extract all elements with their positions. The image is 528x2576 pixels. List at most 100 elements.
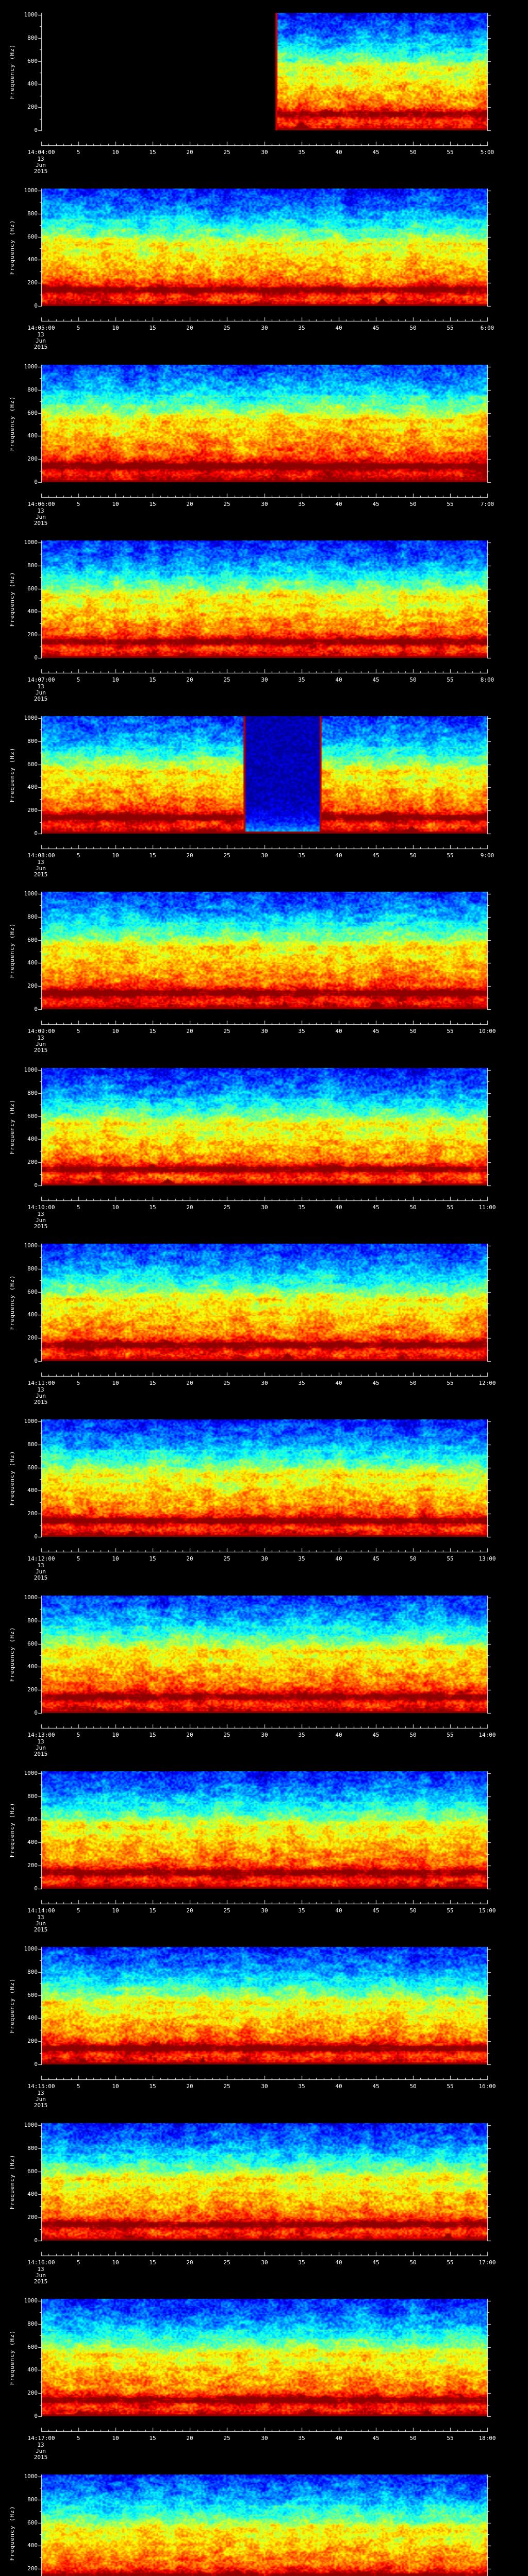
x-axis-start-label: 14:17:00 [27,2435,55,2442]
spectrogram-panel-1: Frequency (Hz) 1000 800 600 400 200 0 14:04:00 5… [0,0,528,176]
x-axis-tick-label: 35 [298,852,305,859]
x-axis-tick-label: 15 [149,676,156,683]
y-axis-tick-label: 800 [27,210,38,217]
y-axis-title: Frequency (Hz) [9,1626,15,1682]
y-axis-tick-label: 1000 [24,11,38,18]
y-axis-tick-label: 600 [27,1464,38,1471]
x-axis-start-label: 14:13:00 [27,1732,55,1738]
x-axis-tick-label: 45 [372,1555,380,1562]
y-axis-tick-label: 600 [27,2344,38,2350]
x-axis-tick-label: 15 [149,1732,156,1738]
x-axis-tick-label: 15 [149,2259,156,2266]
x-axis-end-label: 7:00 [480,501,494,507]
spectrogram-panel-8: Frequency (Hz) 1000 800 600 400 200 0 14:11:00 5… [0,1231,528,1406]
y-axis-tick-label: 800 [27,2320,38,2327]
date-line: 2015 [34,871,48,878]
x-axis-end-label: 14:00 [478,1732,496,1738]
x-axis-tick-label: 55 [447,2435,454,2442]
x-axis-end-label: 13:00 [478,1555,496,1562]
x-axis-tick-label: 20 [186,1555,193,1562]
x-axis-tick-label: 35 [298,2083,305,2090]
spectrogram-panel-13: Frequency (Hz) 1000 800 600 400 200 0 14:16:00 5… [0,2110,528,2286]
y-axis-tick-label: 1000 [24,187,38,194]
x-axis-tick-label: 25 [223,2435,230,2442]
x-axis-tick-label: 15 [149,1907,156,1914]
x-axis-tick-label: 55 [447,1732,454,1738]
y-axis-title: Frequency (Hz) [9,2154,15,2210]
y-axis-tick-label: 800 [27,1793,38,1800]
x-axis-tick-label: 15 [149,2083,156,2090]
x-axis-tick-label: 50 [409,1028,417,1035]
x-axis-tick-label: 55 [447,2259,454,2266]
x-axis-end-label: 11:00 [478,1204,496,1211]
x-axis-tick-label: 10 [112,852,119,859]
x-axis-tick-label: 10 [112,1204,119,1211]
y-axis-tick-label: 400 [27,784,38,790]
x-axis-tick-label: 25 [223,1732,230,1738]
x-axis-end-label: 9:00 [480,852,494,859]
x-axis-end-label: 12:00 [478,1380,496,1386]
x-axis-start-label: 14:10:00 [27,1204,55,1211]
x-axis-start-label: 14:11:00 [27,1380,55,1386]
spectrogram-panel-6: Frequency (Hz) 1000 800 600 400 200 0 14:09:00 5… [0,879,528,1055]
x-axis-end-label: 8:00 [480,676,494,683]
x-axis-tick-label: 55 [447,676,454,683]
x-axis-tick-label: 40 [335,325,342,331]
y-axis-tick-label: 400 [27,256,38,263]
spectrogram-panel-15: Frequency (Hz)1000800600400200014:18:005… [0,2462,528,2576]
x-axis-tick-label: 30 [261,1907,268,1914]
x-axis-tick-label: 20 [186,852,193,859]
x-axis-tick-label: 35 [298,2259,305,2266]
x-axis-tick-label: 45 [372,149,380,156]
x-axis-end-label: 17:00 [478,2259,496,2266]
x-axis-end-label: 10:00 [478,1028,496,1035]
y-axis-tick-label: 600 [27,410,38,416]
x-axis-tick-label: 50 [409,2435,417,2442]
x-axis-tick-label: 25 [223,676,230,683]
y-axis-title: Frequency (Hz) [9,44,15,99]
y-axis-tick-label: 1000 [24,539,38,546]
y-axis-tick-label: 0 [34,1358,38,1364]
y-axis-tick-label: 800 [27,35,38,41]
y-axis-tick-label: 1000 [24,2473,38,2480]
x-axis-tick-label: 50 [409,1907,417,1914]
y-axis-tick-label: 800 [27,913,38,920]
y-axis-tick-label: 400 [27,2014,38,2021]
y-axis-tick-label: 600 [27,1640,38,1647]
date-line: 2015 [34,1223,48,1230]
x-axis-tick-label: 15 [149,149,156,156]
x-axis-tick-label: 55 [447,1555,454,1562]
y-axis-tick-label: 200 [27,2389,38,2396]
x-axis-tick-label: 30 [261,149,268,156]
x-axis-tick-label: 15 [149,2435,156,2442]
date-line: 2015 [34,168,48,175]
y-axis-tick-label: 200 [27,1159,38,1165]
x-axis-tick-label: 15 [149,1028,156,1035]
spectrogram-panel-12: Frequency (Hz) 1000 800 600 400 200 0 14:15:00 5… [0,1934,528,2110]
y-axis-tick-label: 200 [27,1334,38,1341]
x-axis-tick-label: 30 [261,2259,268,2266]
x-axis-tick-label: 30 [261,852,268,859]
x-axis-end-label: 5:00 [480,149,494,156]
x-axis-tick-label: 35 [298,149,305,156]
x-axis-tick-label: 30 [261,325,268,331]
x-axis-tick-label: 25 [223,1907,230,1914]
x-axis-tick-label: 5 [76,1204,80,1211]
y-axis-tick-label: 0 [34,654,38,661]
y-axis-tick-label: 400 [27,1487,38,1494]
x-axis-tick-label: 5 [76,325,80,331]
y-axis-tick-label: 1000 [24,1242,38,1249]
y-axis-tick-label: 0 [34,127,38,133]
y-axis-tick-label: 600 [27,1113,38,1120]
y-axis-tick-label: 0 [34,1006,38,1012]
x-axis-tick-label: 30 [261,1555,268,1562]
date-line: 2015 [34,2278,48,2285]
x-axis-tick-label: 45 [372,852,380,859]
y-axis-tick-label: 0 [34,830,38,837]
y-axis-tick-label: 600 [27,585,38,592]
y-axis-tick-label: 0 [34,1182,38,1189]
x-axis-tick-label: 10 [112,1028,119,1035]
y-axis-tick-label: 200 [27,2038,38,2044]
x-axis-tick-label: 15 [149,325,156,331]
x-axis-tick-label: 10 [112,2259,119,2266]
